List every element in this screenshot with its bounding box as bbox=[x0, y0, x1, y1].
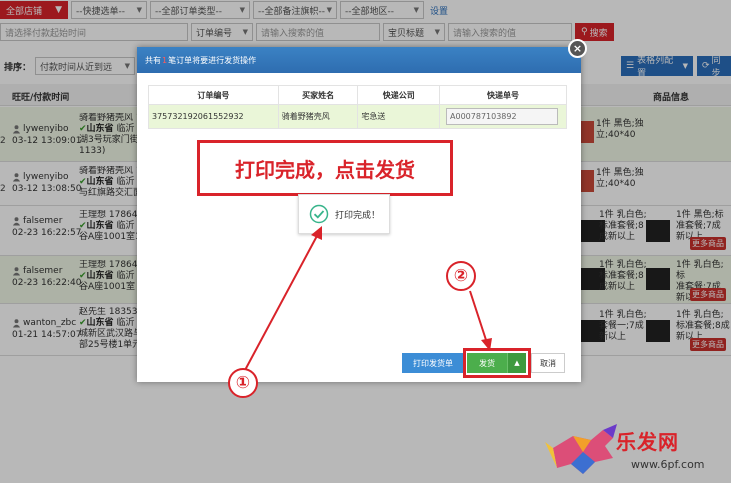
col-tracking-no: 快递单号 bbox=[439, 85, 567, 105]
step-2-marker: ② bbox=[446, 261, 476, 291]
step-1-marker: ① bbox=[228, 368, 258, 398]
ship-button[interactable]: 发货 bbox=[467, 353, 507, 373]
col-buyer-name: 买家姓名 bbox=[277, 85, 359, 105]
col-express: 快递公司 bbox=[357, 85, 441, 105]
check-circle-icon bbox=[309, 204, 329, 224]
close-icon[interactable]: × bbox=[568, 39, 587, 58]
col-order-no: 订单编号 bbox=[148, 85, 279, 105]
cancel-button[interactable]: 取消 bbox=[531, 353, 565, 373]
buyer-name-cell: 骑着野猪壳风 bbox=[277, 104, 359, 129]
annotation-box: 打印完成，点击发货 bbox=[197, 140, 453, 196]
print-invoice-button[interactable]: 打印发货单 bbox=[402, 353, 464, 373]
order-no-cell: 375732192061552932 bbox=[148, 104, 279, 129]
watermark-url: www.6pf.com bbox=[631, 458, 705, 471]
dialog-title: 共有 1 笔订单将要进行发货操作 bbox=[137, 47, 581, 73]
print-done-toast: 打印完成！ bbox=[298, 194, 390, 234]
annotation-text: 打印完成，点击发货 bbox=[235, 157, 415, 182]
watermark-name: 乐发网 bbox=[616, 430, 679, 454]
tracking-no-input[interactable]: A000787103892 bbox=[446, 108, 559, 125]
toast-message: 打印完成！ bbox=[335, 210, 381, 221]
table-row: 375732192061552932 骑着野猪壳风 宅急送 A000787103… bbox=[148, 104, 567, 129]
express-cell: 宅急送 bbox=[357, 104, 441, 129]
ship-order-table: 订单编号 买家姓名 快递公司 快递单号 375732192061552932 骑… bbox=[148, 85, 567, 129]
ship-dropdown-toggle[interactable]: ▲ bbox=[507, 353, 526, 373]
